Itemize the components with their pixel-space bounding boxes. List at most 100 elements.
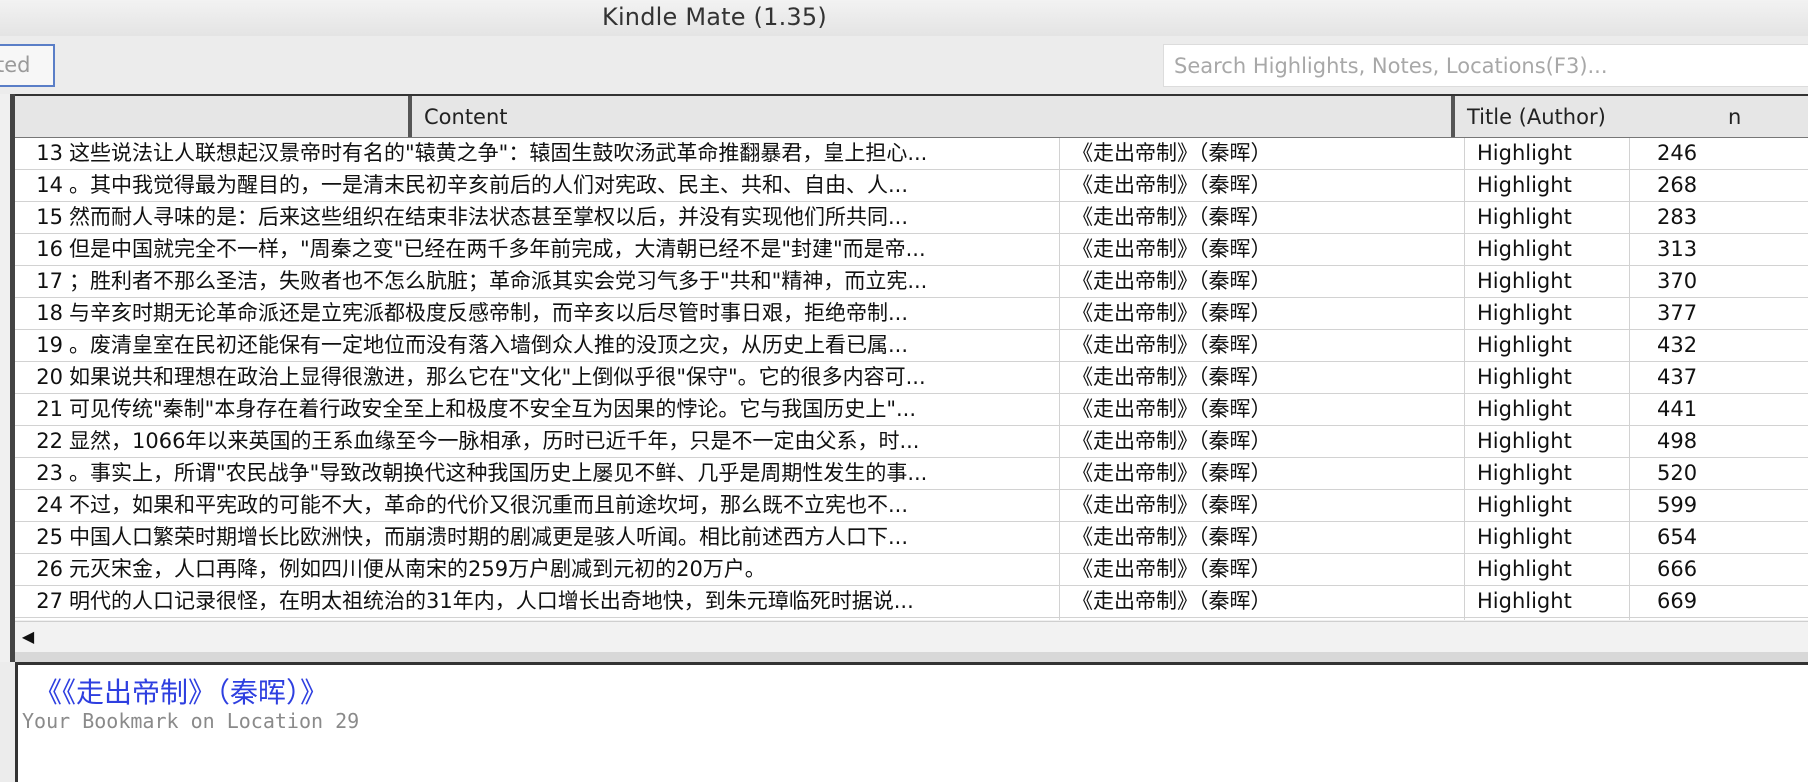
row-content: 但是中国就完全不一样，"周秦之变"已经在两千多年前完成，大清朝已经不是"封建"而…: [69, 237, 926, 261]
row-location: 498: [1629, 426, 1808, 457]
row-type: Highlight: [1464, 458, 1629, 489]
row-number: 25: [36, 525, 63, 549]
row-content: 元灭宋金，人口再降，例如四川便从南宋的259万户剧减到元初的20万户。: [69, 557, 766, 581]
table-row[interactable]: 19 。废清皇室在民初还能保有一定地位而没有落入墙倒众人推的没顶之灾，从历史上看已…: [15, 330, 1808, 362]
row-title-author: 《走出帝制》（秦晖）: [1059, 170, 1479, 201]
row-content: 。废清皇室在民初还能保有一定地位而没有落入墙倒众人推的没顶之灾，从历史上看已属.…: [69, 333, 909, 357]
table-row[interactable]: 15 然而耐人寻味的是：后来这些组织在结束非法状态甚至掌权以后，并没有实现他们所共…: [15, 202, 1808, 234]
table-row[interactable]: 22 显然，1066年以来英国的王系血缘至今一脉相承，历时已近千年，只是不一定由父…: [15, 426, 1808, 458]
row-number: 22: [36, 429, 63, 453]
row-type: Highlight: [1464, 618, 1629, 620]
row-location: 370: [1629, 266, 1808, 297]
row-content: 不过，如果和平宪政的可能不大，革命的代价又很沉重而且前途坎坷，那么既不立宪也不.…: [69, 493, 909, 517]
row-title-author: 《走出帝制》（秦晖）: [1059, 234, 1479, 265]
row-type: Highlight: [1464, 330, 1629, 361]
row-number: 15: [36, 205, 63, 229]
table-row[interactable]: 16 但是中国就完全不一样，"周秦之变"已经在两千多年前完成，大清朝已经不是"封建…: [15, 234, 1808, 266]
row-location: 520: [1629, 458, 1808, 489]
table-row[interactable]: 18 与辛亥时期无论革命派还是立宪派都极度反感帝制，而辛亥以后尽管时事日艰，拒绝帝…: [15, 298, 1808, 330]
row-title-author: 《走出帝制》（秦晖）: [1059, 522, 1479, 553]
row-content: 或者至多达到1.2亿左右。形成中国人口史上曾经一个高峰，但其后陷入动乱，大乱于国…: [69, 618, 1059, 620]
row-location: 377: [1629, 298, 1808, 329]
row-number: 14: [36, 173, 63, 197]
row-location: 654: [1629, 522, 1808, 553]
row-type: Highlight: [1464, 394, 1629, 425]
row-title-author: 《走出帝制》（秦晖）: [1059, 554, 1479, 585]
table-row[interactable]: 20 如果说共和理想在政治上显得很激进，那么它在"文化"上倒似乎很"保守"。它的很…: [15, 362, 1808, 394]
column-header-number[interactable]: [15, 96, 410, 137]
table-row[interactable]: 14 。其中我觉得最为醒目的，一是清末民初辛亥前后的人们对宪政、民主、共和、自由、…: [15, 170, 1808, 202]
table-row[interactable]: 23 。事实上，所谓"农民战争"导致改朝换代这种我国历史上屡见不鲜、几乎是周期性发…: [15, 458, 1808, 490]
row-title-author: 《走出帝制》（秦晖）: [1059, 266, 1479, 297]
row-number: 28: [15, 618, 67, 620]
search-input[interactable]: [1164, 45, 1808, 86]
scroll-left-icon[interactable]: ◀: [18, 627, 38, 647]
row-type: Highlight: [1464, 586, 1629, 617]
row-content: ；胜利者不那么圣洁，失败者也不怎么肮脏；革命派其实会党习气多于"共和"精神，而立…: [69, 269, 928, 293]
table-row[interactable]: 25 中国人口繁荣时期增长比欧洲快，而崩溃时期的剧减更是骇人听闻。相比前述西方人口…: [15, 522, 1808, 554]
panel-splitter[interactable]: [15, 652, 1808, 665]
row-location: 313: [1629, 234, 1808, 265]
table-body[interactable]: 13 这些说法让人联想起汉景帝时有名的"辕黄之争"：辕固生鼓吹汤武革命推翻暴君，皇…: [15, 138, 1808, 620]
row-content: 中国人口繁荣时期增长比欧洲快，而崩溃时期的剧减更是骇人听闻。相比前述西方人口下.…: [69, 525, 909, 549]
row-type: Highlight: [1464, 138, 1629, 169]
filter-button[interactable]: ted: [0, 44, 55, 87]
row-type: Highlight: [1464, 554, 1629, 585]
row-type: Highlight: [1464, 522, 1629, 553]
row-location: 432: [1629, 330, 1808, 361]
row-content: 这些说法让人联想起汉景帝时有名的"辕黄之争"：辕固生鼓吹汤武革命推翻暴君，皇上担…: [69, 141, 928, 165]
table-header: Content Title (Author) n: [15, 94, 1808, 138]
title-bar: Kindle Mate (1.35): [0, 0, 1808, 37]
table-row[interactable]: 17 ；胜利者不那么圣洁，失败者也不怎么肮脏；革命派其实会党习气多于"共和"精神，…: [15, 266, 1808, 298]
row-content: 与辛亥时期无论革命派还是立宪派都极度反感帝制，而辛亥以后尽管时事日艰，拒绝帝制.…: [69, 301, 909, 325]
highlights-table-panel: Content Title (Author) n 13 这些说法让人联想起汉景帝时…: [0, 94, 1808, 665]
table-row[interactable]: 27 明代的人口记录很怪，在明太祖统治的31年内，人口增长出奇地快，到朱元璋临死时…: [15, 586, 1808, 618]
row-location: 437: [1629, 362, 1808, 393]
row-number: 13: [36, 141, 63, 165]
row-location: 669: [1629, 586, 1808, 617]
row-location: 441: [1629, 394, 1808, 425]
row-number: 19: [36, 333, 63, 357]
row-type: Highlight: [1464, 490, 1629, 521]
row-location: 246: [1629, 138, 1808, 169]
row-number: 23: [36, 461, 63, 485]
column-header-title-author[interactable]: Title (Author): [1451, 96, 1711, 137]
table-row[interactable]: 24 不过，如果和平宪政的可能不大，革命的代价又很沉重而且前途坎坷，那么既不立宪也…: [15, 490, 1808, 522]
row-number: 18: [36, 301, 63, 325]
row-content: 显然，1066年以来英国的王系血缘至今一脉相承，历时已近千年，只是不一定由父系，…: [69, 429, 920, 453]
row-title-author: 《走出帝制》（秦晖）: [1059, 618, 1479, 620]
row-content: 明代的人口记录很怪，在明太祖统治的31年内，人口增长出奇地快，到朱元璋临死时据说…: [69, 589, 914, 613]
detail-book-title: 《《走出帝制》（秦晖）》: [34, 676, 329, 709]
column-header-content[interactable]: Content: [408, 96, 1452, 137]
horizontal-scrollbar[interactable]: ◀: [15, 621, 1808, 653]
row-content: 。事实上，所谓"农民战争"导致改朝换代这种我国历史上屡见不鲜、几乎是周期性发生的…: [69, 461, 928, 485]
table-row[interactable]: 26 元灭宋金，人口再降，例如四川便从南宋的259万户剧减到元初的20万户。 《走出…: [15, 554, 1808, 586]
row-title-author: 《走出帝制》（秦晖）: [1059, 330, 1479, 361]
column-header-location[interactable]: n: [1725, 96, 1808, 137]
row-location: 666: [1629, 554, 1808, 585]
row-title-author: 《走出帝制》（秦晖）: [1059, 298, 1479, 329]
row-location: 674: [1629, 618, 1808, 620]
row-content: 然而耐人寻味的是：后来这些组织在结束非法状态甚至掌权以后，并没有实现他们所共同.…: [69, 205, 909, 229]
detail-pane: 《《走出帝制》（秦晖）》 Your Bookmark on Location 2…: [15, 665, 1808, 782]
row-number: 24: [36, 493, 63, 517]
row-number: 16: [36, 237, 63, 261]
row-title-author: 《走出帝制》（秦晖）: [1059, 394, 1479, 425]
row-content: 可见传统"秦制"本身存在着行政安全至上和极度不安全互为因果的悖论。它与我国历史上…: [69, 397, 916, 421]
row-number: 21: [36, 397, 63, 421]
search-box[interactable]: [1163, 44, 1808, 87]
row-title-author: 《走出帝制》（秦晖）: [1059, 458, 1479, 489]
row-location: 268: [1629, 170, 1808, 201]
row-number: 27: [36, 589, 63, 613]
table-row[interactable]: 21 可见传统"秦制"本身存在着行政安全至上和极度不安全互为因果的悖论。它与我国历…: [15, 394, 1808, 426]
row-title-author: 《走出帝制》（秦晖）: [1059, 202, 1479, 233]
row-type: Highlight: [1464, 426, 1629, 457]
row-type: Highlight: [1464, 362, 1629, 393]
table-row[interactable]: 13 这些说法让人联想起汉景帝时有名的"辕黄之争"：辕固生鼓吹汤武革命推翻暴君，皇…: [15, 138, 1808, 170]
row-content: 如果说共和理想在政治上显得很激进，那么它在"文化"上倒似乎很"保守"。它的很多内…: [69, 365, 926, 389]
table-row[interactable]: 28或者至多达到1.2亿左右。形成中国人口史上曾经一个高峰，但其后陷入动乱，大乱…: [15, 618, 1808, 620]
toolbar: ted: [0, 36, 1808, 94]
row-number: 20: [36, 365, 63, 389]
row-type: Highlight: [1464, 234, 1629, 265]
row-title-author: 《走出帝制》（秦晖）: [1059, 490, 1479, 521]
